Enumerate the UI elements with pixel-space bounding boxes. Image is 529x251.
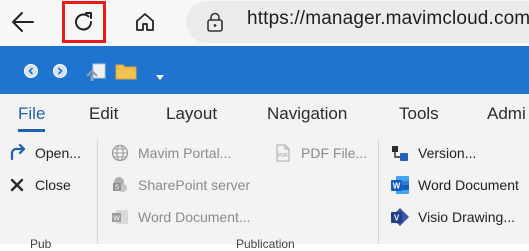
tab-file[interactable]: File — [18, 104, 45, 124]
app-title-bar — [0, 46, 529, 94]
svg-text:S: S — [115, 185, 120, 192]
word-document-export-label: Word Document... — [138, 209, 251, 225]
visio-icon: V — [389, 206, 411, 228]
word-icon: W — [389, 174, 411, 196]
chevron-down-icon[interactable] — [156, 68, 164, 86]
ribbon-body: Open... Close Mavim Portal... S SharePoi… — [0, 132, 529, 251]
open-label: Open... — [35, 145, 81, 161]
tab-navigation[interactable]: Navigation — [267, 104, 347, 124]
folder-icon[interactable] — [115, 62, 137, 85]
visio-drawing-button[interactable]: V Visio Drawing... — [389, 205, 515, 229]
svg-text:PDF: PDF — [278, 153, 288, 159]
tab-edit[interactable]: Edit — [89, 104, 118, 124]
close-button[interactable]: Close — [6, 173, 71, 197]
word-icon: W — [109, 206, 131, 228]
visio-drawing-label: Visio Drawing... — [418, 209, 516, 225]
sharepoint-icon: S — [109, 174, 131, 196]
sharepoint-server-button[interactable]: S SharePoint server — [109, 173, 250, 197]
tab-admin[interactable]: Admi — [487, 104, 526, 124]
pdf-file-label: PDF File... — [301, 145, 368, 161]
open-button[interactable]: Open... — [6, 141, 81, 165]
sharepoint-server-label: SharePoint server — [138, 177, 251, 193]
version-icon — [389, 142, 411, 164]
address-bar[interactable]: https://manager.mavimcloud.com — [186, 1, 529, 43]
svg-text:W: W — [393, 182, 401, 191]
pdf-icon: PDF — [272, 142, 294, 164]
back-arrow-icon[interactable] — [6, 5, 40, 39]
group-separator — [378, 140, 379, 244]
next-icon[interactable] — [53, 64, 67, 78]
globe-icon — [109, 142, 131, 164]
ribbon-tab-bar: File Edit Layout Navigation Tools Admi — [0, 94, 529, 132]
close-icon — [6, 174, 28, 196]
url-text: https://manager.mavimcloud.com — [247, 8, 529, 29]
close-label: Close — [35, 177, 71, 193]
svg-text:V: V — [394, 214, 400, 223]
tab-layout[interactable]: Layout — [166, 104, 217, 124]
version-button[interactable]: Version... — [389, 141, 476, 165]
group-separator — [97, 140, 98, 244]
browser-toolbar: https://manager.mavimcloud.com — [0, 0, 529, 46]
group-label-first: Pub — [30, 237, 52, 251]
group-label-publication: Publication — [236, 237, 295, 251]
home-icon[interactable] — [128, 5, 162, 39]
mavim-portal-label: Mavim Portal... — [138, 145, 232, 161]
svg-text:W: W — [113, 216, 120, 223]
word-document-button[interactable]: W Word Document — [389, 173, 519, 197]
lock-icon[interactable] — [206, 12, 224, 37]
previous-icon[interactable] — [24, 64, 38, 78]
tab-tools[interactable]: Tools — [399, 104, 439, 124]
upload-icon[interactable] — [86, 62, 108, 87]
reload-highlight-box — [62, 1, 106, 43]
word-document-export-button[interactable]: W Word Document... — [109, 205, 251, 229]
open-icon — [6, 142, 28, 164]
version-label: Version... — [418, 145, 477, 161]
pdf-file-button[interactable]: PDF PDF File... — [272, 141, 367, 165]
mavim-portal-button[interactable]: Mavim Portal... — [109, 141, 231, 165]
word-document-label: Word Document — [418, 177, 519, 193]
